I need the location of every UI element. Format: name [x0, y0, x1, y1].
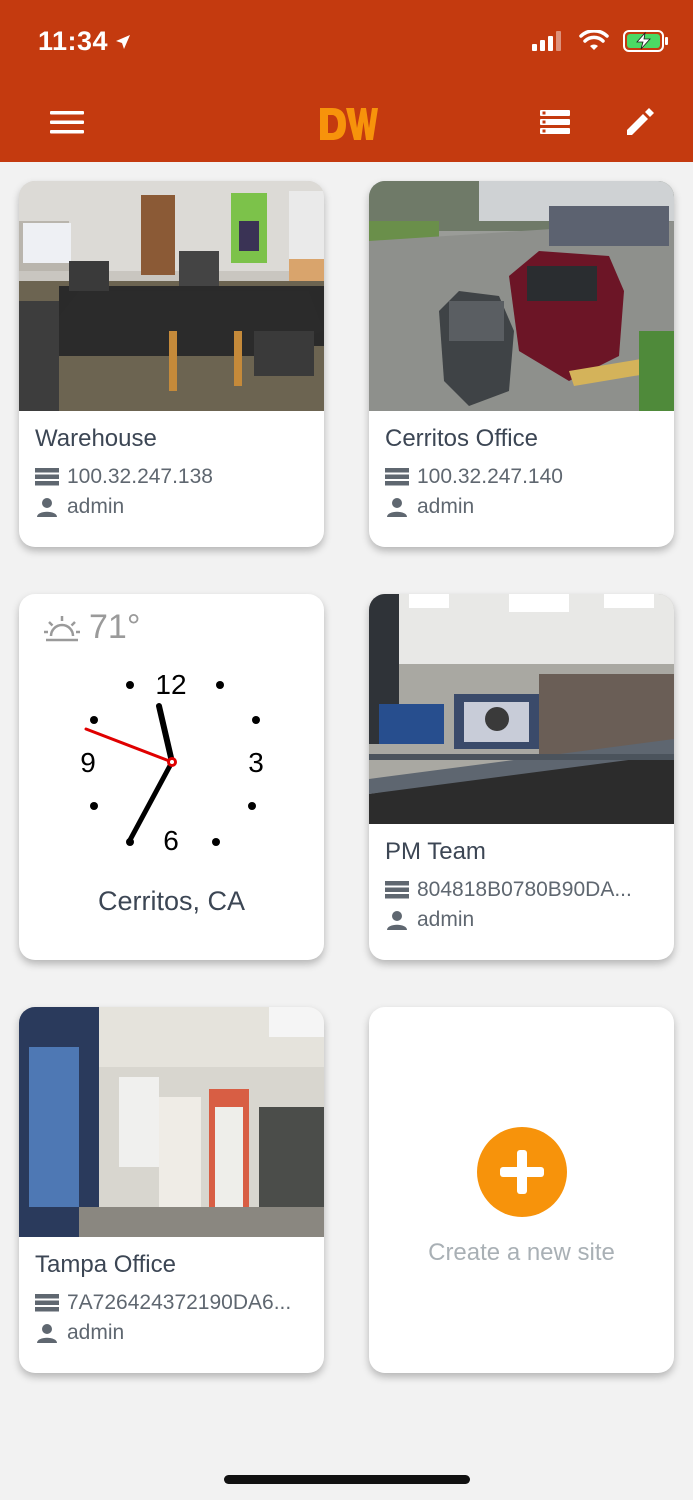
- site-user: admin: [417, 495, 475, 518]
- battery-charging-icon: [623, 30, 668, 52]
- site-name: Tampa Office: [35, 1251, 176, 1278]
- site-user: admin: [67, 495, 125, 518]
- location-arrow-icon: [116, 34, 131, 49]
- camera-thumbnail: [369, 181, 674, 411]
- dw-logo-mark: [320, 108, 378, 140]
- clock-numeral-12: 12: [155, 669, 186, 700]
- server-icon: [35, 467, 59, 487]
- person-icon: [35, 1323, 59, 1343]
- site-user-row: admin: [385, 908, 474, 932]
- list-view-button[interactable]: [531, 98, 579, 146]
- site-address-row: 7A726424372190DA6...: [35, 1291, 291, 1315]
- analog-clock: 12 3 6 9: [80, 669, 264, 856]
- camera-thumbnail: [369, 594, 674, 824]
- site-user-row: admin: [35, 495, 124, 519]
- server-icon: [385, 880, 409, 900]
- site-card-pm-team[interactable]: PM Team 804818B0780B90DA... admin: [369, 594, 674, 960]
- site-user: admin: [67, 1321, 125, 1344]
- person-icon: [35, 497, 59, 517]
- server-list-icon: [540, 110, 570, 134]
- person-icon: [385, 910, 409, 930]
- clock-city: Cerritos, CA: [97, 886, 246, 916]
- pencil-icon: [627, 108, 654, 135]
- site-address-row: 100.32.247.138: [35, 465, 213, 489]
- site-user-row: admin: [385, 495, 474, 519]
- status-bar-time: 11:34: [38, 26, 132, 57]
- clock-weather-widget[interactable]: 71° 12 3 6 9 Cerritos, CA: [19, 594, 324, 960]
- app-header: 11:34: [0, 0, 693, 162]
- person-icon: [385, 497, 409, 517]
- signal-icon: [532, 31, 561, 51]
- camera-thumbnail: [19, 181, 324, 411]
- clock-second-hand: [84, 727, 174, 764]
- plus-icon: [500, 1150, 544, 1194]
- site-address: 804818B0780B90DA...: [417, 878, 632, 901]
- server-icon: [35, 1293, 59, 1313]
- site-name: PM Team: [385, 838, 486, 865]
- site-user-row: admin: [35, 1321, 124, 1345]
- dw-logo: [318, 103, 378, 145]
- site-name: Warehouse: [35, 425, 157, 452]
- site-address: 100.32.247.140: [417, 465, 563, 488]
- wifi-icon: [579, 30, 609, 50]
- site-address-row: 804818B0780B90DA...: [385, 878, 632, 902]
- create-site-card[interactable]: Create a new site: [369, 1007, 674, 1373]
- site-user: admin: [417, 908, 475, 931]
- site-address-row: 100.32.247.140: [385, 465, 563, 489]
- clock-hour-hand: [156, 703, 175, 765]
- site-card-cerritos-office[interactable]: Cerritos Office 100.32.247.140 admin: [369, 181, 674, 547]
- camera-thumbnail: [19, 1007, 324, 1237]
- menu-button[interactable]: [43, 98, 91, 146]
- status-time-text: 11:34: [38, 26, 109, 56]
- site-card-warehouse[interactable]: Warehouse 100.32.247.138 admin: [19, 181, 324, 547]
- status-bar-indicators: [531, 30, 669, 52]
- edit-button[interactable]: [616, 98, 664, 146]
- site-address: 100.32.247.138: [67, 465, 213, 488]
- site-name: Cerritos Office: [385, 425, 538, 452]
- create-site-label: Create a new site: [428, 1239, 615, 1266]
- clock-numeral-9: 9: [80, 747, 96, 778]
- add-site-button[interactable]: [477, 1127, 567, 1217]
- server-icon: [385, 467, 409, 487]
- site-card-tampa-office[interactable]: Tampa Office 7A726424372190DA6... admin: [19, 1007, 324, 1373]
- clock-numeral-6: 6: [163, 825, 179, 856]
- site-address: 7A726424372190DA6...: [67, 1291, 292, 1314]
- home-indicator[interactable]: [224, 1475, 470, 1484]
- hamburger-menu-icon: [50, 111, 84, 134]
- clock-numeral-3: 3: [248, 747, 264, 778]
